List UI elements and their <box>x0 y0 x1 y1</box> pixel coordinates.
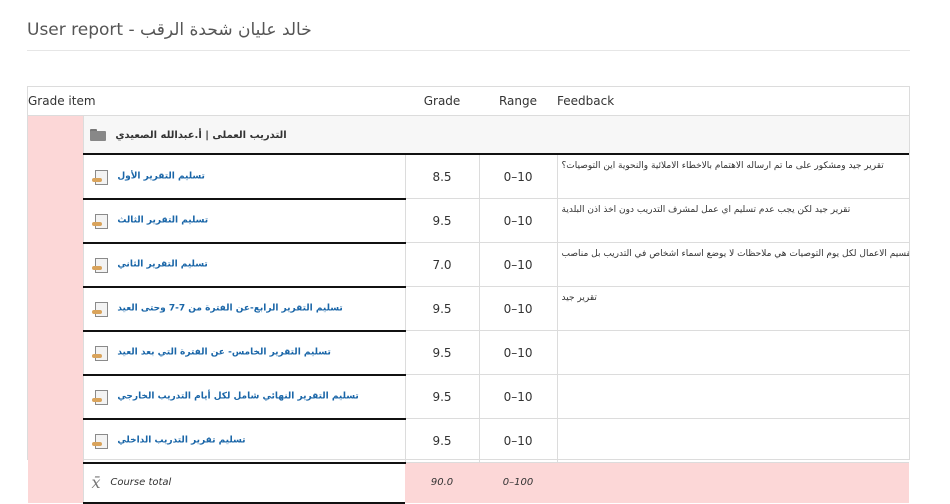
feedback-text: تقرير جيد ومشكور على ما تم ارساله الاهتم… <box>557 154 910 199</box>
range-value: 0–10 <box>479 374 558 419</box>
category-row: التدريب العملى | أ.عبدالله الصعيدي <box>28 115 910 503</box>
grade-item-link[interactable]: تسليم التقرير النهائي شامل لكل أيام التد… <box>117 392 358 402</box>
feedback-text <box>557 418 910 463</box>
table-row: تسليم التقرير الخامس- عن الفترة التي بعد… <box>28 330 910 376</box>
grade-item-link[interactable]: تسليم التقرير الرابع-عن الفترة من 7-7 وح… <box>117 304 343 314</box>
range-value: 0–10 <box>479 242 558 287</box>
category-indent-spacer <box>28 115 84 503</box>
grade-item-link[interactable]: تسليم التقرير الخامس- عن الفترة التي بعد… <box>117 348 331 358</box>
feedback-text: يجب تقسيم الاعمال لكل يوم التوصيات هي مل… <box>557 242 910 287</box>
range-value: 0–10 <box>479 286 558 331</box>
grade-value: 8.5 <box>404 154 480 199</box>
course-total-feedback <box>557 462 910 503</box>
header-grade: Grade <box>405 87 480 116</box>
table-row: تسليم التقرير الأول 8.5 0–10 تقرير جيد و… <box>28 154 910 200</box>
user-report-table-container: Grade item Grade Range Feedback التدريب … <box>27 86 910 504</box>
range-value: 0–10 <box>479 154 558 199</box>
assignment-icon <box>91 433 108 449</box>
grade-value: 9.5 <box>404 198 480 243</box>
header-range: Range <box>479 87 558 116</box>
range-value: 0–10 <box>479 330 558 375</box>
feedback-text <box>557 330 910 375</box>
page-title: User report - خالد عليان شحدة الرقب <box>27 20 312 40</box>
grade-item-link[interactable]: تسليم تقرير التدريب الداخلي <box>117 436 245 446</box>
grade-item-cell: تسليم التقرير الخامس- عن الفترة التي بعد… <box>83 330 406 376</box>
assignment-icon <box>91 345 108 361</box>
title-divider <box>27 50 910 51</box>
assignment-icon <box>91 213 108 229</box>
table-row: تسليم التقرير الرابع-عن الفترة من 7-7 وح… <box>28 286 910 332</box>
mean-xbar-icon: x̄ <box>91 473 101 492</box>
feedback-text <box>557 374 910 419</box>
range-value: 0–10 <box>479 418 558 463</box>
grade-value: 9.5 <box>404 374 480 419</box>
table-row: تسليم تقرير التدريب الداخلي 9.5 0–10 <box>28 418 910 464</box>
course-total-label: Course total <box>110 477 172 488</box>
folder-icon <box>89 129 106 141</box>
grade-item-link[interactable]: تسليم التقرير الثاني <box>117 260 207 270</box>
feedback-text: تقرير جيد لكن يجب عدم تسليم اي عمل لمشرف… <box>557 198 910 243</box>
assignment-icon <box>91 169 108 185</box>
grade-item-cell: تسليم التقرير الرابع-عن الفترة من 7-7 وح… <box>83 286 406 332</box>
grade-value: 9.5 <box>404 286 480 331</box>
course-total-row: x̄ Course total 90.0 0–100 <box>28 462 910 504</box>
course-total-grade: 90.0 <box>405 462 480 503</box>
header-feedback: Feedback <box>557 87 910 116</box>
grade-item-cell: تسليم تقرير التدريب الداخلي <box>83 418 406 464</box>
grade-value: 9.5 <box>404 330 480 375</box>
grade-value: 9.5 <box>404 418 480 463</box>
grade-item-link[interactable]: تسليم التقرير الأول <box>117 172 205 182</box>
course-total-range: 0–100 <box>479 462 558 503</box>
category-cell: التدريب العملى | أ.عبدالله الصعيدي <box>83 115 910 155</box>
grade-item-link[interactable]: تسليم التقرير الثالث <box>117 216 208 226</box>
grade-value: 7.0 <box>404 242 480 287</box>
assignment-icon <box>91 301 108 317</box>
header-grade-item: Grade item <box>28 87 406 116</box>
table-row: تسليم التقرير النهائي شامل لكل أيام التد… <box>28 374 910 420</box>
table-row: تسليم التقرير الثاني 7.0 0–10 يجب تقسيم … <box>28 242 910 288</box>
range-value: 0–10 <box>479 198 558 243</box>
assignment-icon <box>91 389 108 405</box>
table-header-row: Grade item Grade Range Feedback <box>28 87 910 116</box>
grade-item-cell: تسليم التقرير الثاني <box>83 242 406 288</box>
table-row: تسليم التقرير الثالث 9.5 0–10 تقرير جيد … <box>28 198 910 244</box>
feedback-text: تقرير جيد <box>557 286 910 331</box>
grade-item-cell: تسليم التقرير الأول <box>83 154 406 200</box>
course-total-cell: x̄ Course total <box>83 462 406 504</box>
assignment-icon <box>91 257 108 273</box>
user-report-table: Grade item Grade Range Feedback التدريب … <box>28 87 910 504</box>
grade-item-cell: تسليم التقرير الثالث <box>83 198 406 244</box>
grade-item-cell: تسليم التقرير النهائي شامل لكل أيام التد… <box>83 374 406 420</box>
category-label: التدريب العملى | أ.عبدالله الصعيدي <box>115 129 287 141</box>
